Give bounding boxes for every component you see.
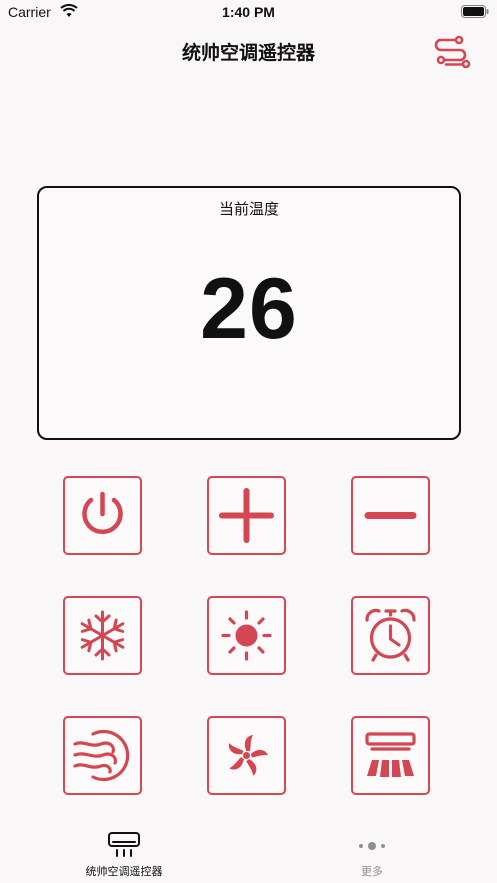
nav-bar: 统帅空调遥控器 (0, 30, 497, 74)
temperature-label: 当前温度 (218, 200, 279, 218)
more-dots-icon (359, 842, 385, 850)
wind-icon (73, 729, 130, 782)
settings-button[interactable] (430, 34, 476, 69)
alarm-clock-icon (365, 608, 416, 662)
minus-icon (364, 512, 417, 519)
temperature-panel: 当前温度 26 (37, 186, 461, 440)
power-icon (82, 491, 123, 535)
sun-icon (221, 610, 272, 661)
page-title: 统帅空调遥控器 (181, 42, 315, 64)
plus-icon (219, 488, 274, 543)
power-button[interactable] (63, 476, 142, 555)
temperature-down-button[interactable] (351, 476, 430, 555)
cool-mode-button[interactable] (63, 596, 142, 675)
tab-more-label: 更多 (361, 865, 383, 878)
air-conditioner-icon (108, 832, 140, 857)
tab-bar: 统帅空调遥控器 更多 (0, 823, 497, 883)
fan-mode-button[interactable] (207, 716, 286, 795)
tab-remote[interactable]: 统帅空调遥控器 (60, 823, 188, 883)
temperature-value: 26 (200, 261, 298, 357)
tab-remote-label: 统帅空调遥控器 (85, 865, 163, 878)
sliders-icon (434, 35, 471, 69)
tab-more[interactable]: 更多 (328, 823, 416, 883)
status-bar: Carrier 1:40 PM (0, 0, 497, 26)
status-time: 1:40 PM (222, 4, 275, 20)
battery-icon (461, 5, 489, 18)
heat-mode-button[interactable] (207, 596, 286, 675)
snowflake-icon (80, 610, 125, 661)
swing-button[interactable] (351, 716, 430, 795)
timer-button[interactable] (351, 596, 430, 675)
fan-icon (228, 735, 269, 776)
temperature-up-button[interactable] (207, 476, 286, 555)
dry-mode-button[interactable] (63, 716, 142, 795)
ac-swing-icon (365, 732, 416, 777)
